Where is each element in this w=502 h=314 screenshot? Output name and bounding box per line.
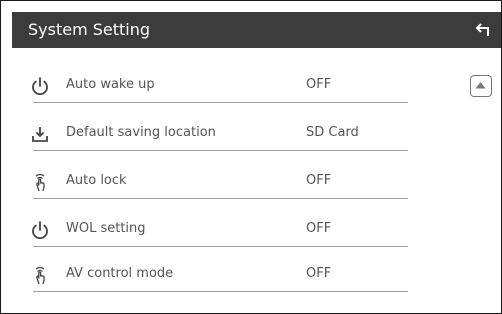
return-icon: [475, 23, 489, 36]
setting-value: SD Card: [306, 125, 359, 140]
back-button[interactable]: [469, 16, 497, 44]
setting-label: Default saving location: [66, 125, 216, 140]
touch-wave-icon: [28, 170, 52, 194]
setting-row-default-saving-location[interactable]: Default saving location SD Card: [28, 121, 408, 151]
setting-label: Auto wake up: [66, 77, 155, 92]
setting-value: OFF: [306, 221, 332, 236]
triangle-up-icon: [475, 82, 486, 89]
divider: [33, 246, 408, 247]
setting-value: OFF: [306, 77, 332, 92]
power-icon: [28, 74, 52, 98]
settings-window: System Setting Auto wake up OFF Default …: [0, 0, 502, 314]
divider: [33, 102, 408, 103]
setting-label: Auto lock: [66, 173, 127, 188]
setting-label: AV control mode: [66, 266, 174, 281]
setting-row-auto-wake-up[interactable]: Auto wake up OFF: [28, 73, 408, 103]
scroll-up-button[interactable]: [470, 75, 492, 97]
setting-label: WOL setting: [66, 221, 146, 236]
divider: [33, 198, 408, 199]
setting-row-auto-lock[interactable]: Auto lock OFF: [28, 169, 408, 199]
setting-row-wol-setting[interactable]: WOL setting OFF: [28, 217, 408, 247]
page-title: System Setting: [28, 20, 151, 39]
touch-wave-icon: [28, 263, 52, 287]
power-icon: [28, 218, 52, 242]
divider: [33, 291, 408, 292]
divider: [33, 150, 408, 151]
setting-value: OFF: [306, 266, 332, 281]
setting-value: OFF: [306, 173, 332, 188]
header-bar: System Setting: [12, 12, 501, 48]
download-icon: [28, 122, 52, 146]
setting-row-av-control-mode[interactable]: AV control mode OFF: [28, 262, 408, 292]
